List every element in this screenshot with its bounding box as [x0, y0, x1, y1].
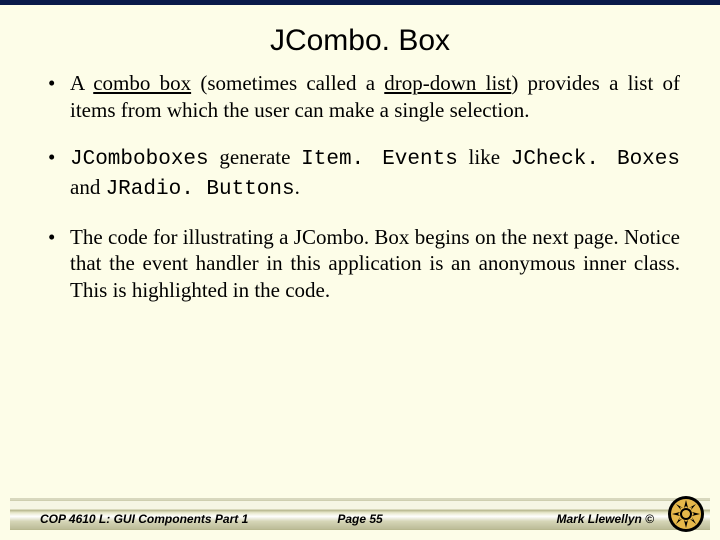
code-jradiobuttons: JRadio. Buttons [106, 178, 295, 201]
bullet-list: A combo box (sometimes called a drop-dow… [44, 70, 680, 304]
text: generate [209, 145, 302, 169]
bullet-2: JComboboxes generate Item. Events like J… [44, 144, 680, 204]
text: (sometimes called a [191, 71, 384, 95]
text: like [458, 145, 511, 169]
code-jcheckboxes: JCheck. Boxes [511, 148, 680, 171]
text: A [70, 71, 93, 95]
footer: COP 4610 L: GUI Components Part 1 Page 5… [0, 490, 720, 540]
footer-author: Mark Llewellyn © [556, 512, 654, 526]
bullet-3: The code for illustrating a JCombo. Box … [44, 224, 680, 305]
text: and [70, 175, 106, 199]
underline-combo-box: combo box [93, 71, 191, 95]
bullet-1: A combo box (sometimes called a drop-dow… [44, 70, 680, 124]
slide-inner: JCombo. Box A combo box (sometimes calle… [0, 10, 720, 540]
slide-title: JCombo. Box [0, 10, 720, 70]
underline-dropdown: drop-down list [384, 71, 511, 95]
text: . [295, 175, 300, 199]
slide: JCombo. Box A combo box (sometimes calle… [0, 0, 720, 540]
code-jcomboboxes: JComboboxes [70, 148, 209, 171]
ucf-logo-icon [666, 494, 706, 534]
code-itemevents: Item. Events [301, 148, 458, 171]
slide-content: A combo box (sometimes called a drop-dow… [0, 70, 720, 304]
